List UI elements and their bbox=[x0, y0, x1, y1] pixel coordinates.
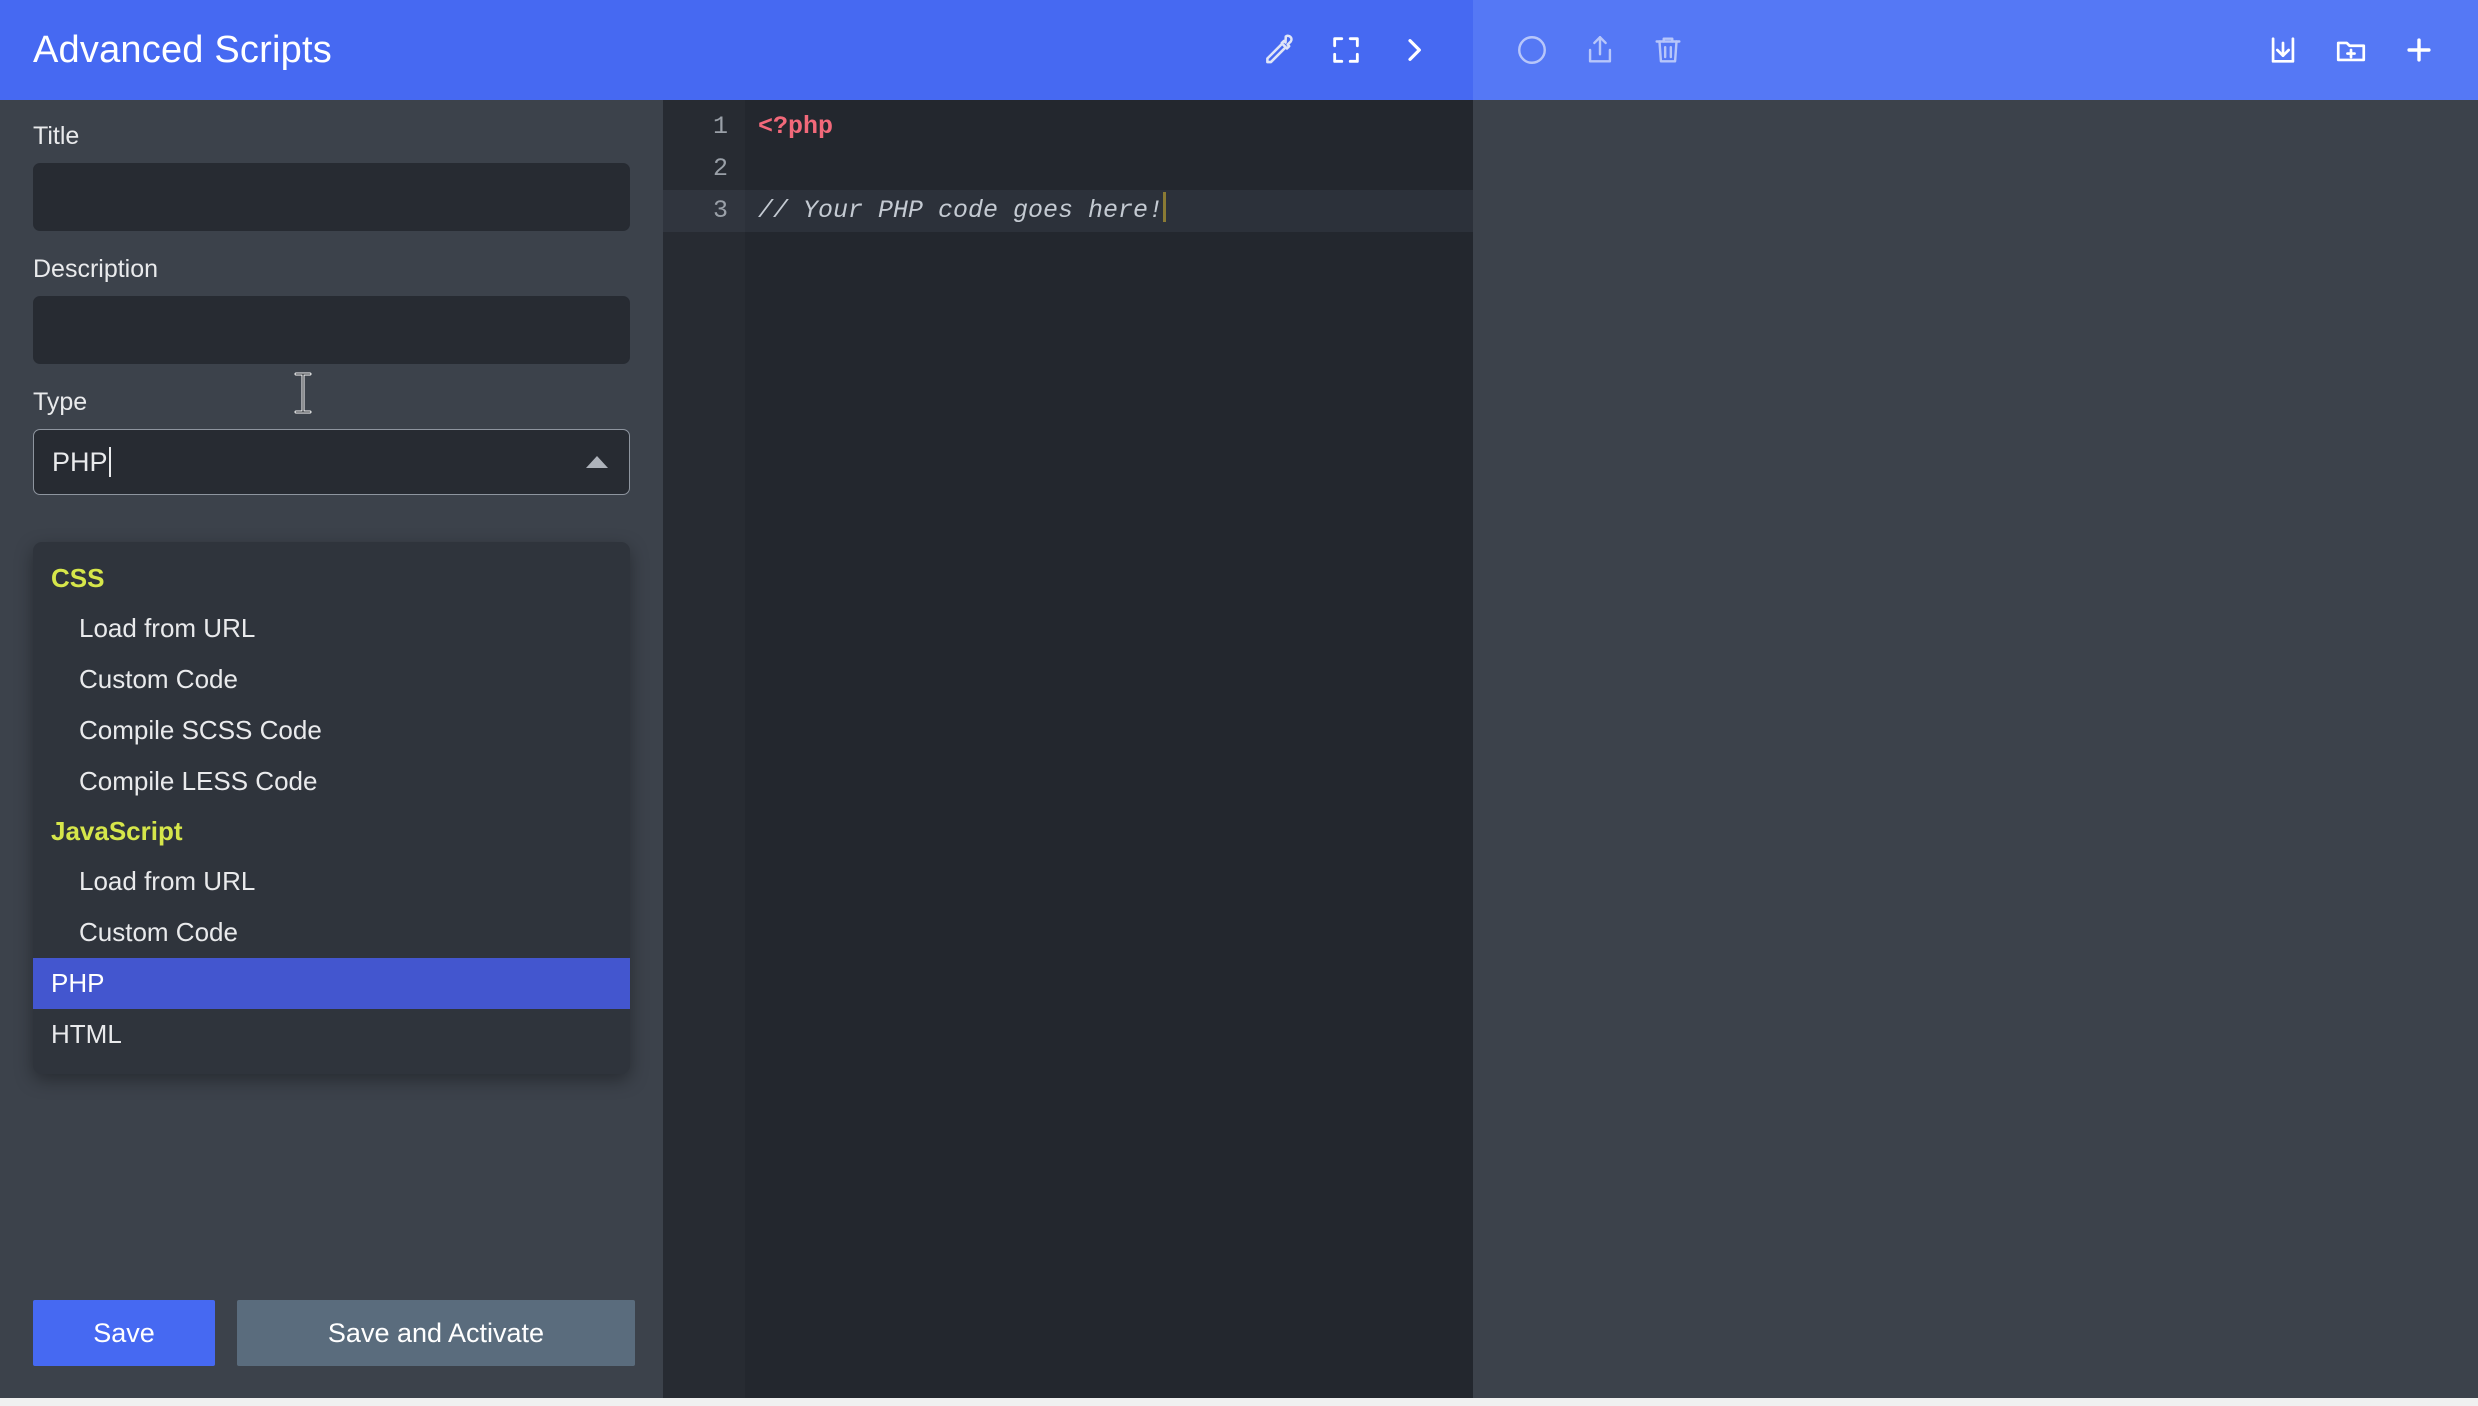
dropdown-group-header: JavaScript bbox=[51, 816, 183, 846]
fullscreen-icon[interactable] bbox=[1315, 19, 1377, 81]
header-far-right-icon-group bbox=[2252, 19, 2450, 81]
header-left-section: Advanced Scripts bbox=[0, 0, 1473, 100]
settings-sidebar: Title Description Type PHP CSS Load from … bbox=[0, 100, 663, 1398]
code-line[interactable] bbox=[745, 148, 1473, 190]
chevron-right-icon[interactable] bbox=[1383, 19, 1445, 81]
page-bottom-strip bbox=[0, 1398, 2478, 1406]
eyedropper-icon[interactable] bbox=[1247, 19, 1309, 81]
editor-line-numbers: 1 2 3 bbox=[663, 100, 745, 1398]
trash-icon[interactable] bbox=[1637, 19, 1699, 81]
code-line[interactable]: <?php bbox=[745, 106, 1473, 148]
line-number: 2 bbox=[712, 154, 728, 183]
circle-icon[interactable] bbox=[1501, 19, 1563, 81]
header-right-icon-group bbox=[1501, 19, 1699, 81]
line-number: 1 bbox=[712, 112, 728, 141]
type-dropdown-menu: CSS Load from URL Custom Code Compile SCSS … bbox=[33, 542, 630, 1074]
preview-panel bbox=[1473, 100, 2478, 1398]
share-upload-icon[interactable] bbox=[1569, 19, 1631, 81]
dropdown-item[interactable]: Load from URL bbox=[33, 603, 630, 654]
dropdown-item[interactable]: Compile SCSS Code bbox=[33, 705, 630, 756]
form-actions: Save Save and Activate bbox=[33, 1300, 635, 1366]
description-input[interactable] bbox=[33, 296, 630, 364]
title-input[interactable] bbox=[33, 163, 630, 231]
dropdown-item[interactable]: Custom Code bbox=[33, 907, 630, 958]
type-label: Type bbox=[33, 388, 88, 416]
plus-icon[interactable] bbox=[2388, 19, 2450, 81]
chevron-up-icon[interactable] bbox=[586, 456, 608, 468]
code-editor[interactable]: 1 2 3 <?php // Your PHP code goes here! bbox=[663, 100, 1473, 1398]
save-button[interactable]: Save bbox=[33, 1300, 215, 1366]
dropdown-group-header: CSS bbox=[51, 563, 105, 593]
type-select-value-wrap: PHP bbox=[52, 447, 111, 477]
description-label: Description bbox=[33, 255, 159, 283]
dropdown-item[interactable]: Custom Code bbox=[33, 654, 630, 705]
text-caret bbox=[108, 447, 111, 477]
page-title: Advanced Scripts bbox=[33, 28, 332, 71]
php-open-tag: <?php bbox=[758, 112, 834, 141]
editor-text-caret bbox=[1163, 192, 1167, 222]
code-comment: // Your PHP code goes here! bbox=[758, 196, 1164, 225]
editor-code-area[interactable]: <?php // Your PHP code goes here! bbox=[745, 100, 1473, 1398]
dropdown-item[interactable]: PHP bbox=[33, 958, 630, 1009]
header-right-section bbox=[1473, 0, 2478, 100]
save-and-activate-button[interactable]: Save and Activate bbox=[237, 1300, 635, 1366]
script-form: Title Description Type PHP bbox=[0, 100, 663, 495]
line-number: 3 bbox=[663, 190, 745, 232]
code-line[interactable]: // Your PHP code goes here! bbox=[745, 190, 1473, 232]
dropdown-item[interactable]: HTML bbox=[33, 1009, 630, 1060]
type-select[interactable]: PHP bbox=[33, 429, 630, 495]
app-header: Advanced Scripts bbox=[0, 0, 2478, 100]
title-label: Title bbox=[33, 122, 80, 150]
type-select-value: PHP bbox=[52, 447, 108, 477]
dropdown-entries: CSS Load from URL Custom Code Compile SCSS … bbox=[33, 554, 630, 1060]
dropdown-item[interactable]: Compile LESS Code bbox=[33, 756, 630, 807]
type-select-box[interactable]: PHP bbox=[33, 429, 630, 495]
dropdown-item[interactable]: Load from URL bbox=[33, 856, 630, 907]
import-download-icon[interactable] bbox=[2252, 19, 2314, 81]
new-folder-icon[interactable] bbox=[2320, 19, 2382, 81]
header-left-icon-group bbox=[1247, 19, 1445, 81]
app-window: Advanced Scripts Title Description Type … bbox=[0, 0, 2478, 1398]
